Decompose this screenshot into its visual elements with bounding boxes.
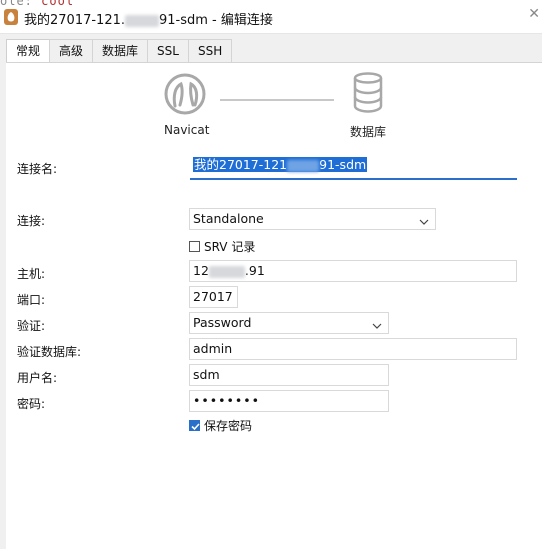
background-window-text: ole: cool (0, 0, 75, 8)
auth-select[interactable]: Password (189, 312, 389, 334)
chevron-down-icon (372, 317, 382, 337)
auth-label: 验证: (17, 319, 46, 333)
navicat-label: Navicat (164, 123, 210, 137)
password-input[interactable]: •••••••• (189, 390, 389, 412)
connection-graphic: Navicat 数据库 (6, 63, 542, 143)
tab-databases[interactable]: 数据库 (92, 39, 149, 62)
port-label: 端口: (17, 293, 46, 307)
username-label: 用户名: (17, 371, 58, 385)
chevron-down-icon (419, 213, 429, 233)
general-panel: Navicat 数据库 连接名: 我的27017-121 91-sdm 连接: S… (6, 62, 542, 549)
navicat-logo-icon (163, 72, 207, 120)
save-password-checkbox[interactable] (189, 420, 200, 431)
save-password-label: 保存密码 (204, 419, 253, 433)
conn-name-input[interactable]: 我的27017-121 91-sdm (190, 155, 517, 180)
window-title: 我的27017-121. 91-sdm - 编辑连接 (24, 13, 273, 28)
close-icon[interactable]: ✕ (528, 6, 540, 22)
conn-name-label: 连接名: (17, 162, 58, 176)
tab-ssl[interactable]: SSL (147, 39, 189, 62)
host-label: 主机: (17, 267, 46, 281)
database-icon (352, 72, 384, 118)
connection-line (220, 99, 334, 101)
title-bar: ole: cool 我的27017-121. 91-sdm - 编辑连接 ✕ (0, 0, 542, 34)
tab-ssh[interactable]: SSH (187, 39, 233, 62)
port-input[interactable]: 27017 (189, 286, 238, 308)
tab-advanced[interactable]: 高级 (49, 39, 94, 62)
password-label: 密码: (17, 397, 46, 411)
username-input[interactable]: sdm (189, 364, 389, 386)
connection-select[interactable]: Standalone (189, 208, 436, 230)
navicat-app-icon (4, 9, 18, 25)
auth-db-input[interactable]: admin (189, 338, 517, 360)
tab-bar: 常规 高级 数据库 SSL SSH (6, 39, 233, 64)
tab-general[interactable]: 常规 (6, 39, 51, 64)
save-password-option[interactable]: 保存密码 (189, 417, 252, 434)
srv-checkbox[interactable] (189, 241, 200, 252)
auth-db-label: 验证数据库: (17, 345, 82, 359)
srv-record-option[interactable]: SRV 记录 (189, 238, 255, 255)
srv-label: SRV 记录 (204, 240, 256, 254)
connection-label: 连接: (17, 214, 46, 228)
host-input[interactable]: 12.91 (189, 260, 517, 282)
database-label: 数据库 (350, 125, 387, 139)
